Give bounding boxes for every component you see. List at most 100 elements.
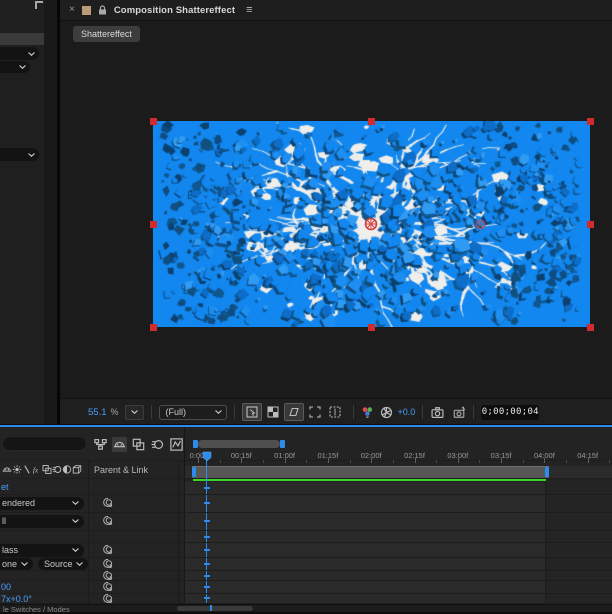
toggle-transparency-grid-icon[interactable] [264,404,282,420]
property-dropdown[interactable]: endered [0,496,84,510]
timeline-row: endered [0,495,184,511]
comp-toolbar: 55.1 % (Full) +0.0 0;00;00;04 [60,398,612,425]
timeline-bottom-bar: le Switches / Modes [0,604,612,614]
exposure-value[interactable]: +0.0 [398,407,416,417]
effect-dropdown[interactable] [0,61,30,73]
tab-title[interactable]: Composition Shattereffect [114,5,235,16]
viewer-lock-icon[interactable] [98,5,107,15]
magnification-unit: % [110,407,119,417]
timeline-zoom-handle-right[interactable] [280,440,285,448]
show-channel-rgb-icon[interactable] [361,406,374,418]
timeline-h-scroll-cti-mark [210,605,212,611]
timeline-scrollbar-thumb[interactable] [198,440,280,448]
motion-blur-icon[interactable] [150,437,165,452]
graph-editor-icon[interactable] [169,437,184,452]
choose-grid-and-guide-options-icon[interactable] [241,403,262,421]
work-area-end-handle[interactable] [545,467,549,477]
property-dropdown-label: lass [2,545,19,555]
property-value[interactable]: 7x+0.0° [1,594,32,604]
comp-flowchart-button[interactable]: Shattereffect [73,26,140,42]
parent-link-header[interactable]: Parent & Link [94,465,148,475]
3d-layer-switch-icon[interactable] [72,463,82,475]
composition-viewer[interactable]: Shattereffect [60,21,612,398]
pick-whip-icon[interactable] [102,593,113,604]
svg-text:fx: fx [33,465,39,474]
effect-header-bar [0,33,44,45]
tab-swatch-icon [81,5,91,15]
effect-controls-panel [0,0,44,424]
toggle-switches-modes-button[interactable]: le Switches / Modes [3,605,70,614]
quality-switch-icon[interactable] [22,463,32,475]
property-dropdown-label: endered [2,498,36,508]
work-area-start-handle[interactable] [192,467,196,477]
close-tab-icon[interactable]: × [69,5,75,15]
layer-handle[interactable] [149,323,157,331]
layer-handle[interactable] [149,117,157,125]
pick-whip-icon[interactable] [102,497,113,508]
comp-end-line [545,482,546,604]
after-effects-window: × Composition Shattereffect ≡ Shattereff… [0,0,612,614]
composition-mini-flowchart-icon[interactable] [93,437,108,452]
effect-dropdown[interactable] [0,148,39,161]
toggle-mask-and-shape-path-visibility-icon[interactable] [283,403,304,421]
current-time-indicator-line [206,460,207,604]
layer-handle[interactable] [586,220,594,228]
work-area-bar[interactable] [192,466,549,478]
pick-whip-icon[interactable] [102,544,113,555]
property-dropdown[interactable]: one [0,558,33,570]
effect-dropdown[interactable] [0,47,39,60]
effect-origin-point[interactable] [364,217,378,231]
timeline-toolbar-icons [93,437,184,452]
property-value[interactable]: 00 [1,582,11,592]
timeline-row: ll [0,513,184,529]
current-time-indicator[interactable] [202,451,212,462]
reset-exposure-icon[interactable] [380,406,393,419]
layer-switch-column-headers: fx [2,463,82,475]
pick-whip-icon[interactable] [102,581,113,592]
pick-whip-icon[interactable] [102,558,113,569]
magnification-dropdown[interactable] [124,404,144,420]
pick-whip-icon[interactable] [102,515,113,526]
magnification-value[interactable]: 55.1 [88,407,107,418]
timeline-row [0,531,184,542]
timeline-panel: fx Parent & Link et endered ll lass one Sourc… [0,427,612,614]
collapse-transformations-switch-icon[interactable] [12,463,22,475]
composition-tab-bar: × Composition Shattereffect ≡ [60,0,612,21]
hide-shy-layers-icon[interactable] [112,437,127,452]
timeline-row: et [0,480,184,494]
timeline-search-input[interactable] [2,436,87,451]
layer-handle[interactable] [149,220,157,228]
layer-handle[interactable] [368,117,375,125]
panel-fragment-icon [35,1,43,9]
property-dropdown[interactable]: ll [0,514,84,528]
layer-handle[interactable] [368,323,375,331]
timeline-graph-area[interactable]: 0:00f 00:15f 01:00f 01:15f 02:00f 02:15f 03:00… [185,427,612,612]
effect-position-point[interactable] [475,219,486,230]
timeline-row: 00 [0,581,184,593]
timeline-h-scroll-thumb[interactable] [177,606,253,611]
motion-blur-switch-icon[interactable] [52,463,62,475]
composition-panel: × Composition Shattereffect ≡ Shattereff… [60,0,612,425]
adjustment-layer-switch-icon[interactable] [62,463,72,475]
cached-frames-indicator [193,479,546,481]
shy-switch-icon[interactable] [2,463,12,475]
take-snapshot-icon[interactable] [430,406,445,419]
resolution-dropdown[interactable]: (Full) [158,404,227,420]
show-snapshot-icon[interactable] [452,406,466,419]
panel-menu-icon[interactable]: ≡ [246,4,252,16]
timeline-row: lass [0,543,184,557]
frame-blending-icon[interactable] [131,437,146,452]
region-of-interest-icon[interactable] [306,404,324,420]
effects-switch-icon[interactable]: fx [32,463,42,475]
pick-whip-icon[interactable] [102,570,113,581]
property-dropdown[interactable]: lass [0,543,84,557]
property-dropdown[interactable]: Source [38,558,88,570]
property-dropdown-label: ll [2,516,6,526]
guide-overlay-options-icon[interactable] [326,404,344,420]
property-value[interactable]: et [1,482,9,492]
frame-blend-switch-icon[interactable] [42,463,52,475]
timeline-row: one Source [0,558,184,570]
timecode-field[interactable]: 0;00;00;04 [481,404,540,420]
layer-handle[interactable] [586,323,594,331]
layer-handle[interactable] [586,117,594,125]
